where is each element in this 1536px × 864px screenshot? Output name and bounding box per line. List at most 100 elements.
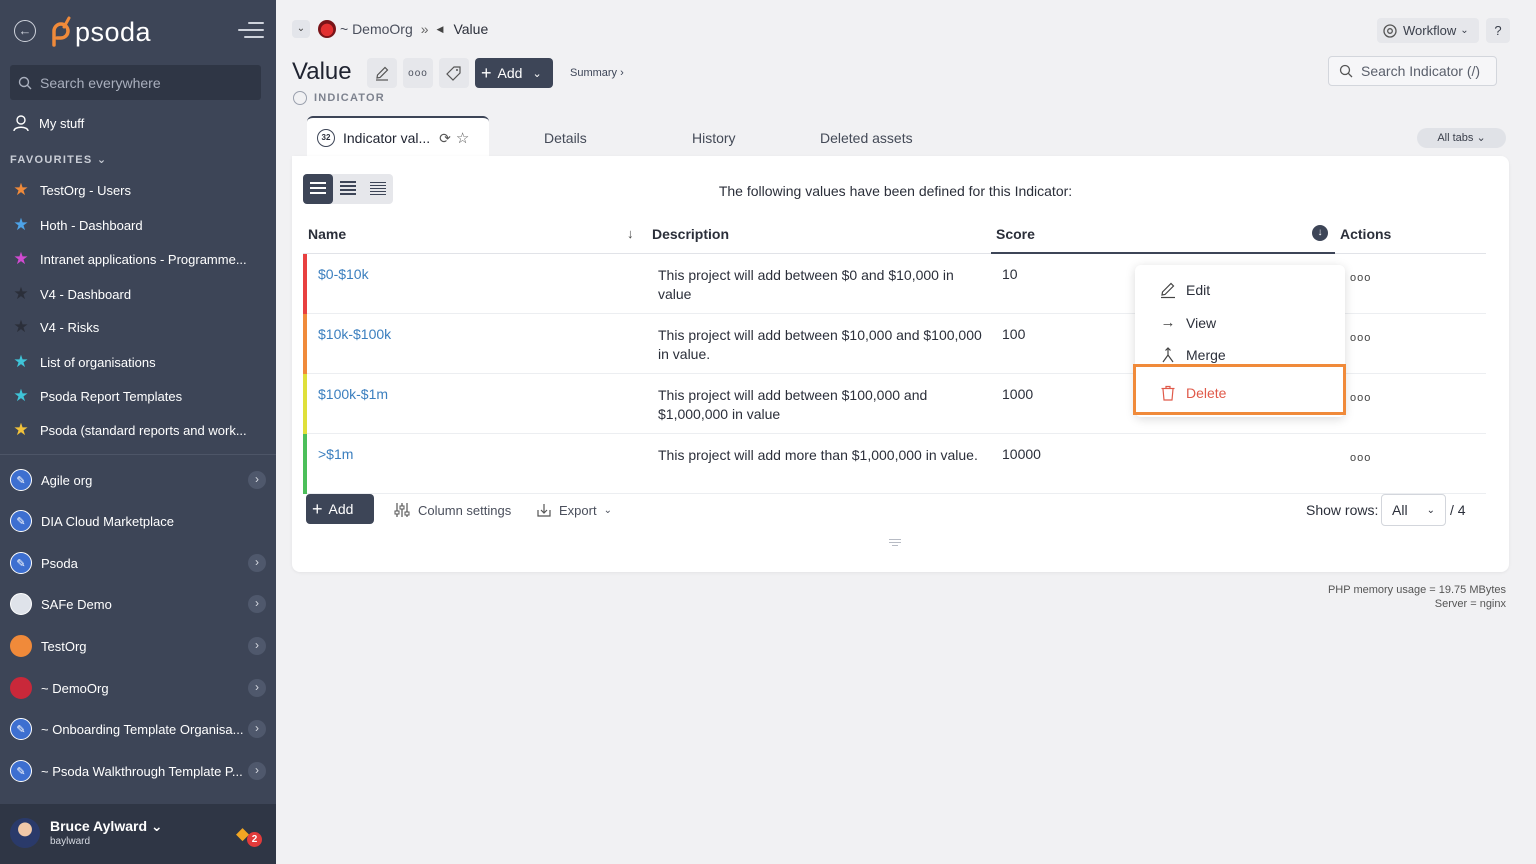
favourite-item[interactable]: ★ V4 - Dashboard bbox=[12, 284, 131, 304]
value-name-link[interactable]: $100k-$1m bbox=[318, 386, 388, 402]
user-panel[interactable]: Bruce Aylward ⌄ baylward ◆ 2 bbox=[0, 804, 276, 864]
chevron-down-icon[interactable]: ⌄ bbox=[292, 20, 310, 38]
favourite-item[interactable]: ★ V4 - Risks bbox=[12, 317, 99, 337]
show-rows-select[interactable]: All ⌄ bbox=[1381, 494, 1446, 526]
memory-usage: PHP memory usage = 19.75 MBytes bbox=[1327, 584, 1506, 596]
back-icon[interactable]: ← bbox=[14, 20, 36, 42]
global-search[interactable] bbox=[10, 65, 261, 100]
star-outline-icon[interactable]: ☆ bbox=[456, 129, 469, 147]
resize-handle-icon[interactable] bbox=[889, 539, 901, 548]
row-color-bar bbox=[303, 374, 307, 434]
user-login: baylward bbox=[50, 836, 91, 847]
logo-mark-icon bbox=[52, 16, 71, 47]
tab-history[interactable]: History bbox=[692, 130, 736, 146]
global-search-input[interactable] bbox=[40, 74, 250, 91]
notifications[interactable]: ◆ 2 bbox=[236, 824, 262, 847]
favourite-item[interactable]: ★ Intranet applications - Programme... bbox=[12, 249, 246, 269]
org-icon bbox=[10, 677, 32, 699]
tag-button[interactable] bbox=[439, 58, 469, 88]
search-indicator-input[interactable] bbox=[1361, 63, 1491, 79]
org-item[interactable]: SAFe Demo › bbox=[10, 591, 268, 617]
tab-count-badge: 32 bbox=[317, 129, 335, 147]
sliders-icon bbox=[394, 503, 410, 517]
search-indicator[interactable] bbox=[1328, 56, 1497, 86]
export-button[interactable]: Export ⌄ bbox=[536, 502, 612, 518]
delete-highlight-box bbox=[1133, 364, 1346, 415]
more-icon: ooo bbox=[408, 67, 428, 79]
tab-details[interactable]: Details bbox=[544, 130, 587, 146]
value-name-link[interactable]: >$1m bbox=[318, 446, 353, 462]
value-score: 10000 bbox=[1002, 446, 1041, 462]
org-item[interactable]: ~ DemoOrg › bbox=[10, 675, 268, 701]
notification-count: 2 bbox=[247, 832, 262, 847]
sort-arrow-icon[interactable]: ↓ bbox=[627, 226, 634, 241]
chevron-right-icon[interactable]: › bbox=[248, 554, 266, 572]
search-icon bbox=[1339, 64, 1353, 78]
row-actions-button[interactable]: ooo bbox=[1350, 332, 1371, 344]
menu-item-edit[interactable]: Edit bbox=[1159, 281, 1210, 299]
refresh-icon[interactable]: ⟳ bbox=[439, 130, 451, 147]
chevron-right-icon[interactable]: › bbox=[248, 762, 266, 780]
org-icon: ✎ bbox=[10, 718, 32, 740]
star-icon: ★ bbox=[13, 284, 29, 303]
summary-link[interactable]: Summary › bbox=[570, 67, 624, 79]
edit-button[interactable] bbox=[367, 58, 397, 88]
favourites-heading[interactable]: FAVOURITES ⌄ bbox=[10, 153, 107, 166]
sort-desc-icon[interactable]: ↓ bbox=[1312, 225, 1328, 241]
all-tabs-button[interactable]: All tabs ⌄ bbox=[1417, 128, 1506, 148]
tab-indicator-values[interactable]: 32 Indicator val... ⟳ ☆ bbox=[307, 116, 489, 158]
column-header-name[interactable]: Name bbox=[308, 226, 346, 242]
value-description: This project will add between $100,000 a… bbox=[658, 387, 928, 422]
user-name[interactable]: Bruce Aylward ⌄ bbox=[50, 818, 163, 835]
tab-deleted-assets[interactable]: Deleted assets bbox=[820, 130, 913, 146]
sidebar: ← psoda My stuff FAVOURITES ⌄ ★TestOrg -… bbox=[0, 0, 276, 864]
add-button[interactable]: + Add ⌄ bbox=[475, 58, 553, 88]
pencil-icon bbox=[376, 66, 389, 81]
org-icon bbox=[10, 635, 32, 657]
caret-left-icon[interactable]: ◀ bbox=[437, 24, 444, 35]
menu-item-view[interactable]: → View bbox=[1159, 314, 1217, 331]
row-color-bar bbox=[303, 434, 307, 494]
workflow-button[interactable]: Workflow ⌄ bbox=[1377, 18, 1479, 43]
add-value-button[interactable]: + Add bbox=[306, 494, 374, 524]
org-item[interactable]: TestOrg › bbox=[10, 633, 268, 659]
favourite-item[interactable]: ★ Psoda Report Templates bbox=[12, 386, 182, 406]
my-stuff-link[interactable]: My stuff bbox=[12, 114, 84, 132]
org-item[interactable]: ✎ ~ Onboarding Template Organisa... › bbox=[10, 716, 268, 742]
column-header-score[interactable]: Score bbox=[996, 226, 1035, 242]
org-item[interactable]: ✎ Psoda › bbox=[10, 550, 268, 576]
column-header-actions: Actions bbox=[1340, 226, 1392, 242]
star-icon: ★ bbox=[13, 215, 29, 234]
value-name-link[interactable]: $0-$10k bbox=[318, 266, 369, 282]
chevron-right-icon[interactable]: › bbox=[248, 679, 266, 697]
chevron-right-icon[interactable]: › bbox=[248, 471, 266, 489]
menu-item-merge[interactable]: Merge bbox=[1159, 346, 1226, 364]
psoda-logo[interactable]: psoda bbox=[50, 14, 151, 50]
value-description: This project will add more than $1,000,0… bbox=[658, 447, 978, 463]
favourite-item[interactable]: ★ Psoda (standard reports and work... bbox=[12, 420, 246, 440]
chevron-right-icon[interactable]: › bbox=[248, 595, 266, 613]
row-actions-button[interactable]: ooo bbox=[1350, 272, 1371, 284]
chevron-right-icon[interactable]: › bbox=[248, 637, 266, 655]
tag-icon bbox=[446, 66, 461, 81]
arrow-right-icon: → bbox=[1160, 314, 1176, 331]
org-item[interactable]: ✎ Agile org › bbox=[10, 467, 268, 493]
value-name-link[interactable]: $10k-$100k bbox=[318, 326, 391, 342]
collapse-menu-icon[interactable] bbox=[238, 22, 264, 42]
star-icon: ★ bbox=[13, 420, 29, 439]
column-header-description[interactable]: Description bbox=[652, 226, 729, 242]
help-button[interactable]: ? bbox=[1486, 18, 1510, 43]
chevron-right-icon[interactable]: › bbox=[248, 720, 266, 738]
plus-icon: + bbox=[481, 62, 492, 83]
more-button[interactable]: ooo bbox=[403, 58, 433, 88]
favourite-item[interactable]: ★ TestOrg - Users bbox=[12, 180, 131, 200]
org-item[interactable]: ✎ ~ Psoda Walkthrough Template P... › bbox=[10, 758, 268, 784]
org-item[interactable]: ✎ DIA Cloud Marketplace bbox=[10, 508, 268, 534]
chevron-down-icon: ⌄ bbox=[532, 67, 542, 80]
breadcrumb-org[interactable]: ~ DemoOrg bbox=[340, 21, 413, 37]
favourite-item[interactable]: ★ Hoth - Dashboard bbox=[12, 215, 142, 235]
row-actions-button[interactable]: ooo bbox=[1350, 452, 1371, 464]
row-actions-button[interactable]: ooo bbox=[1350, 392, 1371, 404]
column-settings-button[interactable]: Column settings bbox=[394, 502, 511, 518]
favourite-item[interactable]: ★ List of organisations bbox=[12, 352, 155, 372]
